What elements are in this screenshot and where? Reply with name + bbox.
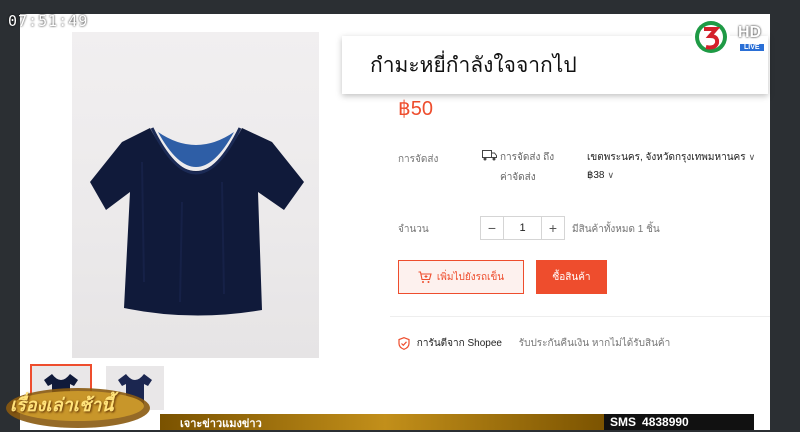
product-price: ฿50 — [398, 98, 433, 120]
shipping-label: การจัดส่ง — [398, 154, 439, 165]
chevron-down-icon: ∨ — [748, 152, 756, 162]
sms-ticker: SMS 4838990 — [604, 414, 754, 430]
hd-badge: HD — [738, 24, 762, 41]
channel-3-logo: HD LIVE — [690, 16, 764, 62]
guarantee-description: รับประกันคืนเงิน หากไม่ได้รับสินค้า — [518, 338, 671, 349]
product-main-image[interactable] — [72, 32, 319, 358]
chevron-down-icon: ∨ — [607, 170, 615, 180]
quantity-label: จำนวน — [398, 224, 429, 235]
show-logo: เรื่องเล่าเช้านี้ — [0, 384, 160, 430]
quantity-increase-button[interactable]: + — [542, 217, 564, 239]
shipping-fee-label: ค่าจัดส่ง — [500, 172, 536, 183]
quantity-stepper: − 1 + — [480, 216, 565, 240]
shipping-destination-select[interactable]: เขตพระนคร, จังหวัดกรุงเทพมหานคร ∨ — [587, 150, 755, 165]
cart-plus-icon — [418, 270, 432, 283]
shipping-fee-select[interactable]: ฿38 ∨ — [587, 170, 614, 181]
lower-third-text: เจาะข่าวแมงข่าว — [180, 417, 262, 430]
shield-icon — [398, 336, 410, 350]
shipping-destination-text: เขตพระนคร, จังหวัดกรุงเทพมหานคร — [587, 152, 746, 163]
quantity-decrease-button[interactable]: − — [481, 217, 503, 239]
shipping-fee-value: ฿38 — [587, 170, 605, 181]
channel-3-icon — [692, 18, 730, 56]
quantity-input[interactable]: 1 — [503, 217, 542, 239]
add-to-cart-button[interactable]: เพิ่มไปยังรถเข็น — [398, 260, 524, 294]
sms-number: 4838990 — [642, 415, 689, 429]
buy-now-button[interactable]: ซื้อสินค้า — [536, 260, 607, 294]
divider — [390, 316, 770, 317]
truck-icon — [482, 150, 497, 161]
add-to-cart-label: เพิ่มไปยังรถเข็น — [436, 271, 505, 283]
shipping-to-label: การจัดส่ง ถึง — [500, 152, 555, 163]
sms-label: SMS — [610, 415, 637, 429]
shopee-guarantee[interactable]: การันตีจาก Shopee รับประกันคืนเงิน หากไม… — [398, 336, 670, 351]
broadcast-clock: 07:51:49 — [8, 12, 89, 30]
stock-available-text: มีสินค้าทั้งหมด 1 ชิ้น — [572, 224, 660, 235]
guarantee-title: การันตีจาก Shopee — [416, 338, 502, 349]
live-badge: LIVE — [740, 44, 764, 51]
